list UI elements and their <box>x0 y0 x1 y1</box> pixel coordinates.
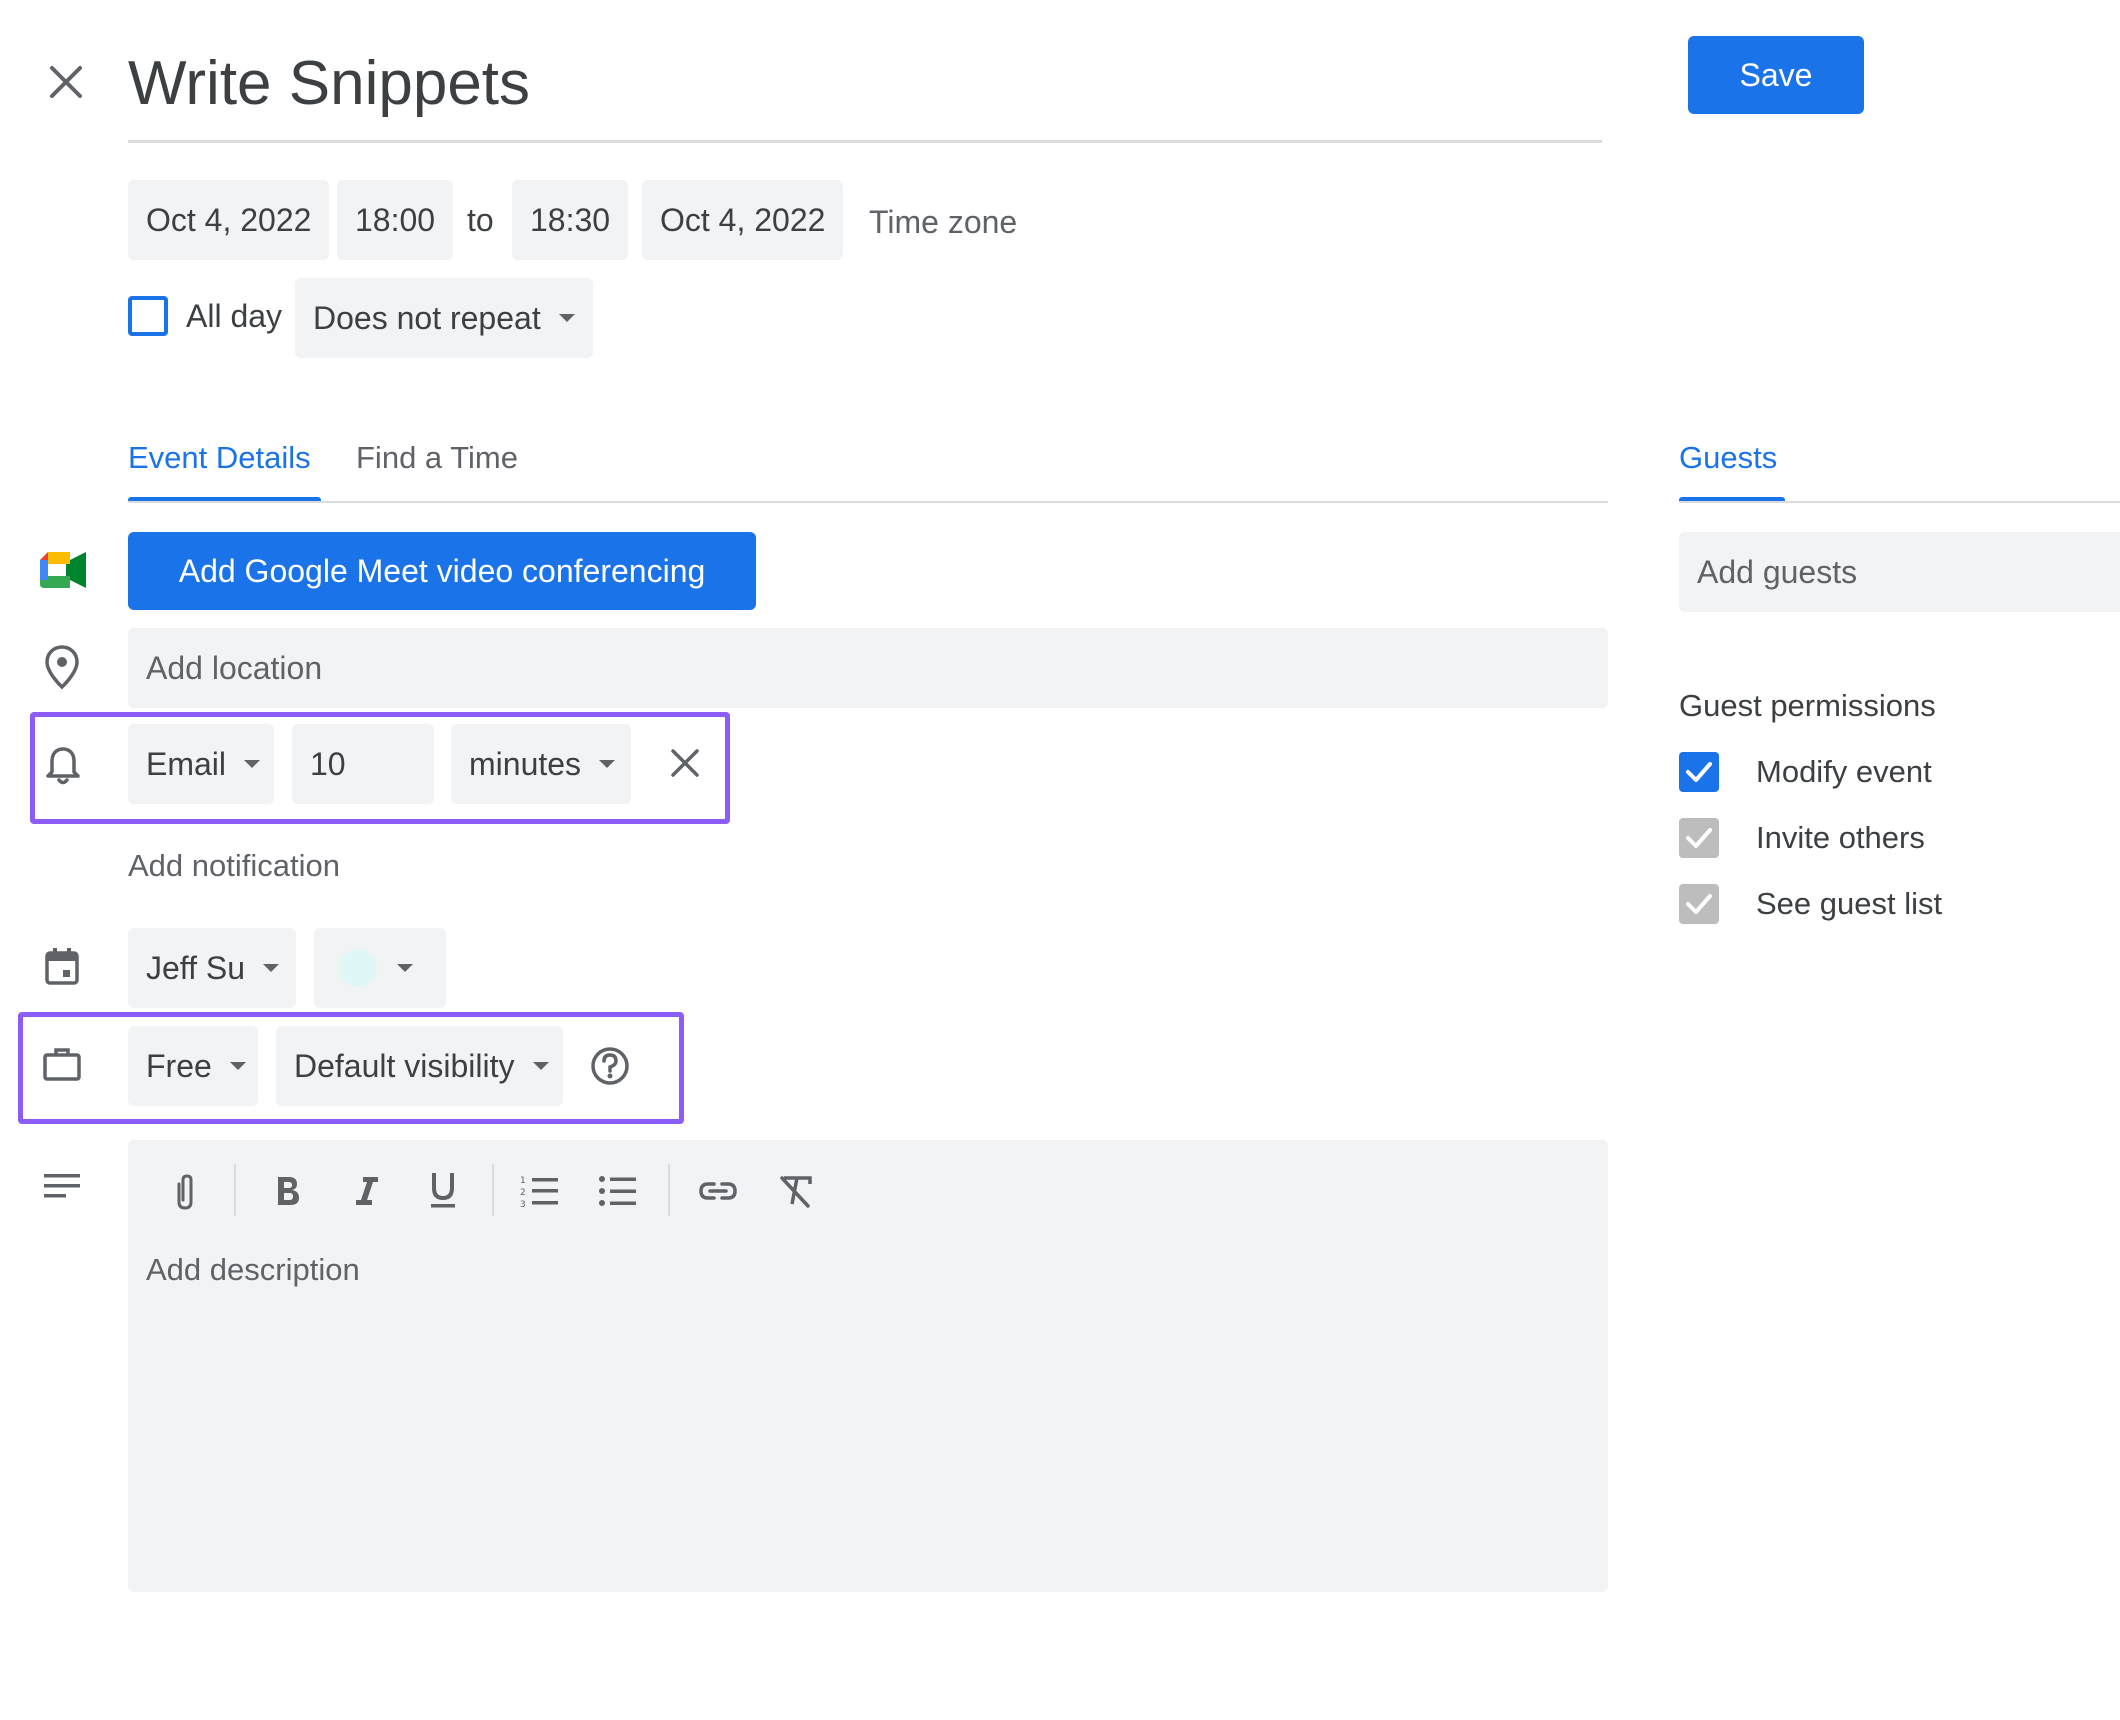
chevron-down-icon <box>599 760 616 768</box>
italic-icon[interactable] <box>354 1174 380 1208</box>
link-icon[interactable] <box>698 1180 738 1202</box>
invite-others-label: Invite others <box>1756 820 1925 855</box>
guest-permissions-title: Guest permissions <box>1679 688 1936 723</box>
notification-method-select[interactable]: Email <box>128 724 274 804</box>
event-title-input[interactable]: Write Snippets <box>128 44 1602 143</box>
notification-amount-input[interactable]: 10 <box>292 724 434 804</box>
add-notification-link[interactable]: Add notification <box>128 848 340 884</box>
bold-icon[interactable] <box>274 1174 302 1208</box>
calendar-color-select[interactable] <box>314 928 446 1008</box>
google-meet-icon <box>40 552 86 588</box>
tab-find-a-time[interactable]: Find a Time <box>356 440 518 476</box>
add-guests-placeholder: Add guests <box>1697 553 1858 590</box>
svg-text:1: 1 <box>520 1176 526 1186</box>
bell-icon <box>46 747 80 785</box>
end-time: 18:30 <box>530 201 611 238</box>
chevron-down-icon <box>263 964 280 972</box>
start-time: 18:00 <box>355 201 436 238</box>
help-icon[interactable] <box>590 1046 630 1086</box>
invite-others-checkbox[interactable] <box>1679 818 1719 858</box>
end-date: Oct 4, 2022 <box>660 201 826 238</box>
location-placeholder: Add location <box>146 649 323 686</box>
svg-text:3: 3 <box>520 1200 526 1208</box>
location-input[interactable]: Add location <box>128 628 1608 708</box>
description-editor[interactable]: 1 2 3 Add description <box>128 1140 1608 1592</box>
add-google-meet-button[interactable]: Add Google Meet video conferencing <box>128 532 756 610</box>
notification-method: Email <box>146 745 227 782</box>
bulleted-list-icon[interactable] <box>598 1174 636 1208</box>
start-date: Oct 4, 2022 <box>146 201 312 238</box>
all-day-label: All day <box>186 298 283 334</box>
save-button[interactable]: Save <box>1688 36 1864 114</box>
to-label: to <box>467 202 494 238</box>
see-guest-list-checkbox[interactable] <box>1679 884 1719 924</box>
end-date-field[interactable]: Oct 4, 2022 <box>642 180 844 260</box>
remove-notification-icon[interactable] <box>668 746 702 780</box>
start-date-field[interactable]: Oct 4, 2022 <box>128 180 330 260</box>
see-guest-list-label: See guest list <box>1756 886 1943 921</box>
description-placeholder: Add description <box>146 1252 360 1287</box>
checkmark-icon <box>1686 828 1712 848</box>
notification-amount: 10 <box>310 745 346 782</box>
calendar-owner-select[interactable]: Jeff Su <box>128 928 296 1008</box>
calendar-icon <box>45 948 79 985</box>
calendar-color-swatch <box>339 949 377 987</box>
end-time-field[interactable]: 18:30 <box>512 180 629 260</box>
event-title: Write Snippets <box>128 49 531 118</box>
underline-icon[interactable] <box>428 1170 458 1210</box>
tabs-divider <box>128 501 1608 503</box>
visibility-select[interactable]: Default visibility <box>276 1026 563 1106</box>
toolbar-divider <box>492 1164 494 1216</box>
start-time-field[interactable]: 18:00 <box>337 180 454 260</box>
svg-text:2: 2 <box>520 1188 526 1198</box>
guests-divider <box>1679 501 2120 503</box>
toolbar-divider <box>234 1164 236 1216</box>
add-guests-input[interactable]: Add guests <box>1679 532 2120 612</box>
modify-event-checkbox[interactable] <box>1679 752 1719 792</box>
description-icon <box>44 1174 80 1198</box>
repeat-value: Does not repeat <box>313 299 541 336</box>
checkmark-icon <box>1686 894 1712 914</box>
close-icon[interactable] <box>46 62 86 102</box>
chevron-down-icon <box>229 1062 246 1070</box>
tab-event-details[interactable]: Event Details <box>128 440 311 476</box>
numbered-list-icon[interactable]: 1 2 3 <box>520 1174 558 1208</box>
chevron-down-icon <box>397 964 413 972</box>
all-day-checkbox[interactable] <box>128 296 168 336</box>
attachment-icon[interactable] <box>172 1172 198 1212</box>
remove-formatting-icon[interactable] <box>778 1174 814 1208</box>
repeat-select[interactable]: Does not repeat <box>295 278 593 358</box>
checkmark-icon <box>1686 762 1712 782</box>
availability-select[interactable]: Free <box>128 1026 258 1106</box>
tab-guests[interactable]: Guests <box>1679 440 1777 476</box>
chevron-down-icon <box>558 314 575 322</box>
availability-value: Free <box>146 1047 212 1084</box>
briefcase-icon <box>43 1048 81 1081</box>
modify-event-label: Modify event <box>1756 754 1932 789</box>
location-pin-icon <box>45 645 79 690</box>
notification-unit: minutes <box>469 745 582 782</box>
visibility-value: Default visibility <box>294 1047 515 1084</box>
toolbar-divider <box>668 1164 670 1216</box>
timezone-link[interactable]: Time zone <box>869 204 1017 241</box>
calendar-owner: Jeff Su <box>146 949 246 986</box>
chevron-down-icon <box>532 1062 549 1070</box>
notification-unit-select[interactable]: minutes <box>451 724 631 804</box>
chevron-down-icon <box>244 760 261 768</box>
